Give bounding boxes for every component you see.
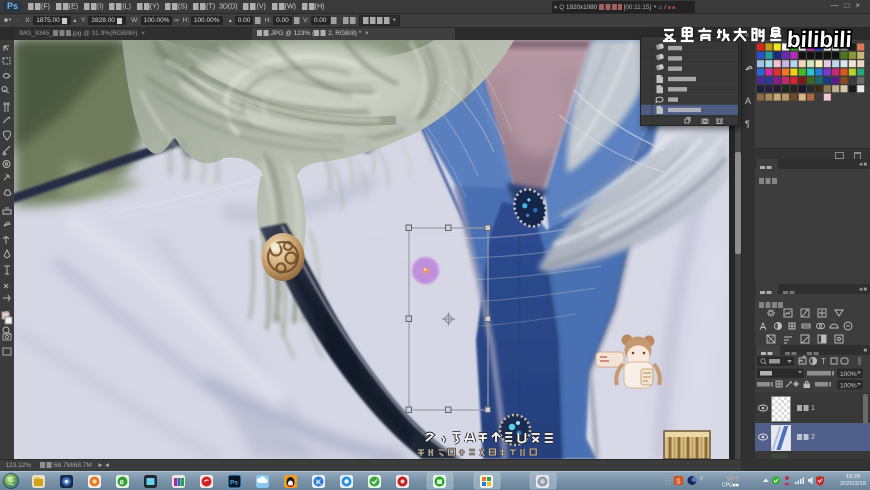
- svg-text:e: e: [120, 478, 125, 487]
- svg-text:100%: 100%: [840, 371, 857, 378]
- svg-text:bilibili: bilibili: [786, 27, 852, 52]
- svg-text:S: S: [676, 479, 681, 486]
- svg-text:100%: 100%: [840, 383, 857, 390]
- svg-text:CPU■■: CPU■■: [722, 483, 739, 489]
- svg-text:¶: ¶: [745, 119, 750, 129]
- svg-text:#: #: [700, 476, 703, 482]
- svg-text:Ps: Ps: [230, 480, 238, 487]
- svg-text:K: K: [316, 478, 322, 487]
- svg-text:T: T: [821, 357, 826, 366]
- svg-text:A: A: [745, 96, 751, 106]
